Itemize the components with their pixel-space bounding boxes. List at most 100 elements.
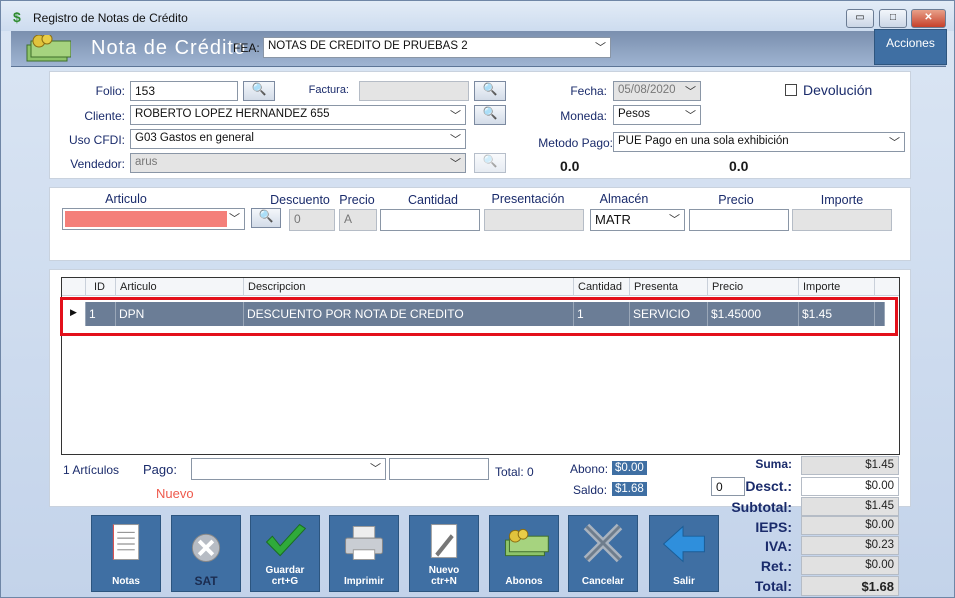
suma-label: Suma: xyxy=(755,457,792,471)
pago-amount-input[interactable] xyxy=(389,458,489,480)
app-window: $ Registro de Notas de Crédito ▭ □ ✕ Not… xyxy=(0,0,955,598)
total-value: $1.68 xyxy=(801,576,899,596)
metodo-pago-label: Metodo Pago: xyxy=(538,136,613,150)
importe-input[interactable] xyxy=(792,209,892,231)
close-button[interactable]: ✕ xyxy=(911,9,946,28)
cliente-search-button[interactable]: 🔍 xyxy=(474,105,506,125)
column-header-filler xyxy=(875,278,899,296)
header-descuento: Descuento xyxy=(270,193,330,207)
saldo-value: $1.68 xyxy=(612,482,647,496)
column-header-cantidad[interactable]: Cantidad xyxy=(574,278,630,296)
notas-label: Notas xyxy=(112,576,140,587)
column-selector xyxy=(62,278,86,296)
guardar-button[interactable]: Guardar crt+G xyxy=(250,515,320,592)
pago-total: Total: 0 xyxy=(495,465,534,479)
x-cross-icon xyxy=(583,523,623,563)
notas-button[interactable]: Notas xyxy=(91,515,161,592)
chevron-down-icon: ﹀ xyxy=(889,137,900,149)
cancel-circle-icon xyxy=(191,533,221,562)
devolucion-label: Devolución xyxy=(803,82,873,98)
series-select[interactable]: NOTAS DE CREDITO DE PRUEBAS 2 ﹀ xyxy=(263,37,611,58)
imprimir-button[interactable]: Imprimir xyxy=(329,515,399,592)
nuevo-button[interactable]: Nuevo ctr+N xyxy=(409,515,479,592)
uso-cfdi-select[interactable]: G03 Gastos en general ﹀ xyxy=(130,129,466,149)
nuevo-text: Nuevo xyxy=(428,565,460,576)
acciones-button[interactable]: Acciones xyxy=(874,29,947,65)
header-precio: Precio xyxy=(339,193,375,207)
chevron-down-icon: ﹀ xyxy=(370,463,381,475)
chevron-down-icon: ﹀ xyxy=(669,214,680,226)
page-title: Nota de Crédito xyxy=(91,37,247,59)
articulo-select[interactable]: ﹀ xyxy=(62,208,245,230)
header-importe: Importe xyxy=(820,193,864,207)
money-icon xyxy=(26,35,71,62)
chevron-down-icon: ﹀ xyxy=(685,86,696,98)
search-icon: 🔍 xyxy=(258,209,274,223)
series-label: FEA: xyxy=(233,41,260,55)
folio-input[interactable]: 153 xyxy=(130,81,238,101)
column-header-importe[interactable]: Importe xyxy=(799,278,875,296)
subtotal-value: $1.45 xyxy=(801,497,899,516)
sat-button[interactable]: SAT xyxy=(171,515,241,592)
chevron-down-icon: ﹀ xyxy=(450,158,461,170)
minimize-button[interactable]: ▭ xyxy=(846,9,874,28)
header-almacen: Almacén xyxy=(599,192,649,206)
cancelar-button[interactable]: Cancelar xyxy=(568,515,638,592)
app-icon: $ xyxy=(13,9,21,25)
printer-icon xyxy=(345,526,383,560)
devolucion-checkbox[interactable] xyxy=(785,84,797,96)
precio2-input[interactable] xyxy=(689,209,789,231)
chevron-down-icon: ﹀ xyxy=(229,213,240,225)
abonos-button[interactable]: Abonos xyxy=(489,515,559,592)
fecha-label: Fecha: xyxy=(570,84,607,98)
descuento-input[interactable]: 0 xyxy=(289,209,335,231)
column-header-descripcion[interactable]: Descripcion xyxy=(244,278,574,296)
vendedor-select[interactable]: arus ﹀ xyxy=(130,153,466,173)
sat-label: SAT xyxy=(194,574,218,588)
pago-select[interactable]: ﹀ xyxy=(191,458,386,480)
metodo-pago-select[interactable]: PUE Pago en una sola exhibición ﹀ xyxy=(613,132,905,152)
nuevo-label: Nuevo ctr+N xyxy=(410,565,478,587)
almacen-select[interactable]: MATR ﹀ xyxy=(590,209,685,231)
cliente-select[interactable]: ROBERTO LOPEZ HERNANDEZ 655 ﹀ xyxy=(130,105,466,125)
guardar-shortcut: crt+G xyxy=(271,576,299,587)
header-articulo: Articulo xyxy=(105,192,147,206)
search-icon: 🔍 xyxy=(251,82,267,96)
ret-value: $0.00 xyxy=(801,556,899,575)
moneda-select[interactable]: Pesos ﹀ xyxy=(613,105,701,125)
nuevo-status: Nuevo xyxy=(156,486,194,501)
chevron-down-icon: ﹀ xyxy=(450,110,461,122)
column-header-articulo[interactable]: Articulo xyxy=(116,278,244,296)
cantidad-input[interactable] xyxy=(380,209,480,231)
new-document-icon xyxy=(430,524,458,559)
cancelar-label: Cancelar xyxy=(581,576,625,587)
column-header-presenta[interactable]: Presenta xyxy=(630,278,708,296)
column-header-id[interactable]: ID xyxy=(86,278,116,296)
factura-input[interactable] xyxy=(359,81,469,101)
chevron-down-icon: ﹀ xyxy=(685,110,696,122)
header-presentacion: Presentación xyxy=(491,192,565,206)
folio-search-button[interactable]: 🔍 xyxy=(243,81,275,101)
uso-cfdi-label: Uso CFDI: xyxy=(68,133,125,147)
precio-input[interactable]: A xyxy=(339,209,377,231)
presentacion-input[interactable] xyxy=(484,209,584,231)
checkmark-icon xyxy=(265,523,307,557)
vendedor-search-button[interactable]: 🔍 xyxy=(474,153,506,173)
amount-left: 0.0 xyxy=(560,158,580,174)
articulo-highlight xyxy=(65,211,227,227)
guardar-text: Guardar xyxy=(265,565,305,576)
search-icon: 🔍 xyxy=(482,106,498,120)
saldo-label: Saldo: xyxy=(573,483,608,497)
articulo-search-button[interactable]: 🔍 xyxy=(251,208,281,228)
factura-search-button[interactable]: 🔍 xyxy=(474,81,506,101)
arrow-left-icon xyxy=(662,525,705,563)
abono-value: $0.00 xyxy=(612,461,647,475)
column-header-precio[interactable]: Precio xyxy=(708,278,799,296)
abonos-label: Abonos xyxy=(505,576,543,587)
salir-button[interactable]: Salir xyxy=(649,515,719,592)
header-banner: Nota de Crédito FEA: NOTAS DE CREDITO DE… xyxy=(11,31,946,67)
fecha-picker[interactable]: 05/08/2020 ﹀ xyxy=(613,81,701,101)
maximize-button[interactable]: □ xyxy=(879,9,907,28)
amount-right: 0.0 xyxy=(729,158,749,174)
guardar-label: Guardar crt+G xyxy=(251,565,319,587)
